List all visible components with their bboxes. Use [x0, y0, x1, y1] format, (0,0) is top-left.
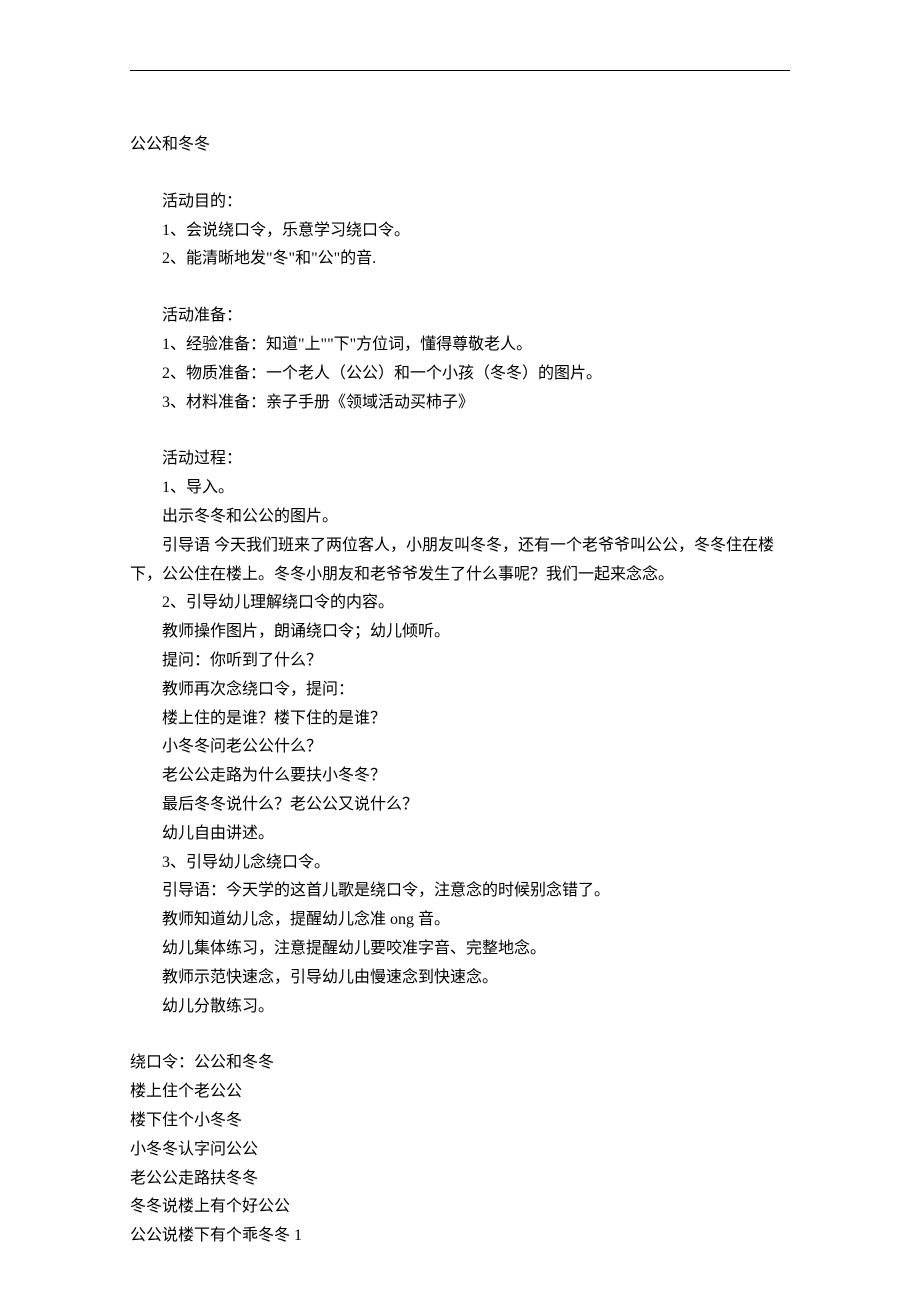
document-title: 公公和冬冬 — [130, 131, 790, 160]
process-line: 提问：你听到了什么？ — [130, 647, 790, 676]
process-line: 小冬冬问老公公什么？ — [130, 733, 790, 762]
process-line: 最后冬冬说什么？老公公又说什么？ — [130, 791, 790, 820]
document-page: 公公和冬冬 活动目的： 1、会说绕口令，乐意学习绕口令。 2、能清晰地发"冬"和… — [0, 0, 920, 1251]
tongue-twister-line: 公公说楼下有个乖冬冬 1 — [130, 1222, 790, 1251]
tongue-twister-line: 老公公走路扶冬冬 — [130, 1165, 790, 1194]
preparation-item: 2、物质准备：一个老人（公公）和一个小孩（冬冬）的图片。 — [130, 360, 790, 389]
horizontal-rule — [130, 70, 790, 71]
section-heading: 活动目的： — [130, 188, 790, 217]
process-line: 教师再次念绕口令，提问： — [130, 676, 790, 705]
process-line: 出示冬冬和公公的图片。 — [130, 503, 790, 532]
process-line: 2、引导幼儿理解绕口令的内容。 — [130, 589, 790, 618]
process-line: 楼上住的是谁？楼下住的是谁？ — [130, 705, 790, 734]
preparation-item: 1、经验准备：知道"上""下"方位词，懂得尊敬老人。 — [130, 331, 790, 360]
process-line: 老公公走路为什么要扶小冬冬？ — [130, 762, 790, 791]
tongue-twister-line: 楼下住个小冬冬 — [130, 1107, 790, 1136]
process-line: 教师知道幼儿念，提醒幼儿念准 ong 音。 — [130, 906, 790, 935]
section-heading: 活动准备： — [130, 302, 790, 331]
tongue-twister-line: 绕口令：公公和冬冬 — [130, 1049, 790, 1078]
process-line: 幼儿集体练习，注意提醒幼儿要咬准字音、完整地念。 — [130, 935, 790, 964]
process-line: 引导语 今天我们班来了两位客人，小朋友叫冬冬，还有一个老爷爷叫公公，冬冬住在楼下… — [130, 532, 790, 590]
tongue-twister-line: 冬冬说楼上有个好公公 — [130, 1193, 790, 1222]
tongue-twister-line: 小冬冬认字问公公 — [130, 1136, 790, 1165]
tongue-twister-block: 绕口令：公公和冬冬 楼上住个老公公 楼下住个小冬冬 小冬冬认字问公公 老公公走路… — [130, 1049, 790, 1251]
section-heading: 活动过程： — [130, 445, 790, 474]
process-line: 教师示范快速念，引导幼儿由慢速念到快速念。 — [130, 964, 790, 993]
preparation-item: 3、材料准备：亲子手册《领域活动买柿子》 — [130, 389, 790, 418]
section-preparation: 活动准备： 1、经验准备：知道"上""下"方位词，懂得尊敬老人。 2、物质准备：… — [130, 302, 790, 417]
process-line: 幼儿分散练习。 — [130, 993, 790, 1022]
process-line: 幼儿自由讲述。 — [130, 820, 790, 849]
process-line: 引导语：今天学的这首儿歌是绕口令，注意念的时候别念错了。 — [130, 877, 790, 906]
process-line: 3、引导幼儿念绕口令。 — [130, 849, 790, 878]
section-process: 活动过程： 1、导入。 出示冬冬和公公的图片。 引导语 今天我们班来了两位客人，… — [130, 445, 790, 1021]
section-objectives: 活动目的： 1、会说绕口令，乐意学习绕口令。 2、能清晰地发"冬"和"公"的音. — [130, 188, 790, 274]
objective-item: 2、能清晰地发"冬"和"公"的音. — [130, 245, 790, 274]
process-line: 1、导入。 — [130, 474, 790, 503]
tongue-twister-line: 楼上住个老公公 — [130, 1078, 790, 1107]
objective-item: 1、会说绕口令，乐意学习绕口令。 — [130, 217, 790, 246]
process-line: 教师操作图片，朗诵绕口令；幼儿倾听。 — [130, 618, 790, 647]
